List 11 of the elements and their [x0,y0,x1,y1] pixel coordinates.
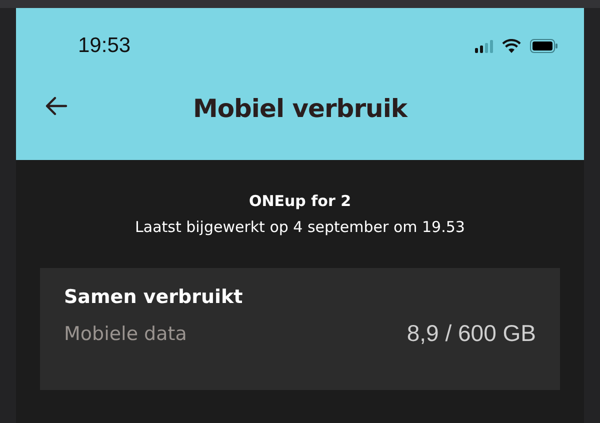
card-title: Samen verbruikt [64,286,244,308]
signal-icon [475,40,493,52]
plan-name: ONEup for 2 [248,192,352,210]
usage-label: Mobiele data [64,322,187,344]
last-updated-text: Laatst bijgewerkt op 4 september om 19.53 [135,218,465,236]
back-arrow-icon [44,96,68,116]
wifi-icon [502,39,521,53]
usage-value: 8,9 / 600 GB [406,320,536,347]
page-title: Mobiel verbruik [192,94,408,122]
battery-icon [530,39,558,53]
status-time: 19:53 [78,34,131,58]
